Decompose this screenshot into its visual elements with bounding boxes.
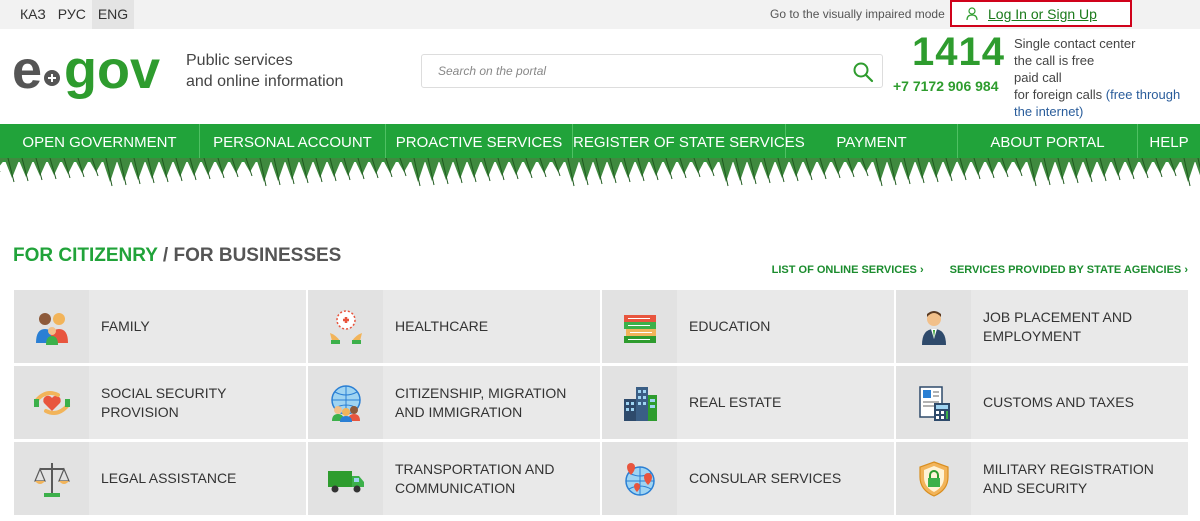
user-icon: [966, 6, 978, 20]
nav-register-of-state-services[interactable]: REGISTER OF STATE SERVICES: [573, 124, 805, 162]
tagline: Public services and online information: [186, 50, 343, 92]
contact-line-1: Single contact center: [1014, 36, 1136, 51]
tagline-line-2: and online information: [186, 73, 344, 90]
calculator-icon: [918, 385, 950, 421]
state-agencies-services-link[interactable]: SERVICES PROVIDED BY STATE AGENCIES ›: [950, 264, 1188, 276]
category-military-registration[interactable]: MILITARY REGISTRATION AND SECURITY: [896, 442, 1188, 515]
buildings-icon: [623, 386, 657, 421]
category-label: HEALTHCARE: [395, 318, 489, 334]
nav-about-portal[interactable]: ABOUT PORTAL: [958, 124, 1138, 162]
truck-icon: [327, 470, 364, 492]
category-label: CUSTOMS AND TAXES: [983, 394, 1134, 410]
svg-text:gov: gov: [64, 40, 160, 100]
category-label: CONSULAR SERVICES: [689, 470, 842, 486]
category-label: MILITARY REGISTRATION AND SECURITY: [983, 460, 1154, 496]
contact-center-number[interactable]: 1414: [912, 30, 1005, 75]
pine-garland-decoration: [0, 158, 1200, 187]
category-social-security[interactable]: SOCIAL SECURITY PROVISION: [14, 366, 306, 439]
scales-icon: [33, 462, 70, 497]
category-family[interactable]: FAMILY: [14, 290, 306, 363]
nav-help[interactable]: HELP: [1138, 124, 1200, 162]
nav-payment[interactable]: PAYMENT: [786, 124, 958, 162]
paid-phone-number[interactable]: +7 7172 906 984: [893, 78, 999, 94]
nav-personal-account[interactable]: PERSONAL ACCOUNT: [200, 124, 386, 162]
category-real-estate[interactable]: REAL ESTATE: [602, 366, 894, 439]
category-healthcare[interactable]: HEALTHCARE: [308, 290, 600, 363]
main-nav: OPEN GOVERNMENT PERSONAL ACCOUNT PROACTI…: [0, 124, 1200, 162]
egov-logo[interactable]: e gov: [12, 40, 172, 100]
top-bar: КАЗ РУС ENG Go to the visually impaired …: [0, 0, 1200, 29]
lang-rus[interactable]: РУС: [52, 0, 92, 29]
category-education[interactable]: EDUCATION: [602, 290, 894, 363]
shield-lock-icon: [918, 460, 949, 497]
nav-proactive-services[interactable]: PROACTIVE SERVICES: [386, 124, 573, 162]
contact-line-2: the call is free: [1014, 53, 1095, 68]
quick-links: LIST OF ONLINE SERVICES › SERVICES PROVI…: [772, 264, 1188, 276]
category-consular-services[interactable]: CONSULAR SERVICES: [602, 442, 894, 515]
contact-line-4-text: for foreign calls: [1014, 87, 1103, 102]
category-label: SOCIAL SECURITY PROVISION: [101, 384, 227, 420]
nav-open-government[interactable]: OPEN GOVERNMENT: [0, 124, 200, 162]
login-label: Log In or Sign Up: [988, 5, 1097, 22]
category-label: FAMILY: [101, 318, 150, 334]
list-of-online-services-link[interactable]: LIST OF ONLINE SERVICES ›: [772, 264, 924, 276]
category-transportation[interactable]: TRANSPORTATION AND COMMUNICATION: [308, 442, 600, 515]
category-label: JOB PLACEMENT AND EMPLOYMENT: [983, 308, 1133, 344]
tab-for-citizenry[interactable]: FOR CITIZENRY: [13, 245, 158, 266]
section-title: FOR CITIZENRY / FOR BUSINESSES: [13, 245, 341, 267]
tab-for-businesses[interactable]: FOR BUSINESSES: [173, 245, 341, 266]
title-separator: /: [157, 245, 174, 266]
family-icon: [35, 312, 68, 345]
books-icon: [623, 314, 656, 343]
globe-people-icon: [330, 384, 361, 422]
lang-kaz[interactable]: КАЗ: [14, 0, 52, 29]
language-switcher: КАЗ РУС ENG: [14, 0, 135, 29]
category-label: CITIZENSHIP, MIGRATION AND IMMIGRATION: [395, 384, 567, 420]
category-label: TRANSPORTATION AND COMMUNICATION: [395, 460, 555, 496]
contact-line-4: for foreign calls (free through the inte…: [1014, 86, 1200, 120]
category-label: LEGAL ASSISTANCE: [101, 470, 237, 486]
svg-text:e: e: [12, 40, 42, 100]
category-label: EDUCATION: [689, 318, 771, 334]
category-legal-assistance[interactable]: LEGAL ASSISTANCE: [14, 442, 306, 515]
search-box: [421, 54, 883, 88]
healthcare-icon: [329, 309, 362, 344]
search-icon[interactable]: [852, 61, 874, 83]
heart-hands-icon: [33, 390, 70, 415]
category-citizenship[interactable]: CITIZENSHIP, MIGRATION AND IMMIGRATION: [308, 366, 600, 439]
category-customs-taxes[interactable]: CUSTOMS AND TAXES: [896, 366, 1188, 439]
category-label: REAL ESTATE: [689, 394, 782, 410]
impaired-mode-link[interactable]: Go to the visually impaired mode: [770, 0, 945, 29]
tagline-line-1: Public services: [186, 52, 293, 69]
search-input[interactable]: [422, 55, 842, 87]
contact-line-3: paid call: [1014, 70, 1062, 85]
category-grid: FAMILY HEALTHCARE EDUCATION JOB PLACEMEN…: [14, 290, 1200, 521]
contact-info: Single contact center the call is free p…: [1014, 35, 1200, 120]
category-job-placement[interactable]: JOB PLACEMENT AND EMPLOYMENT: [896, 290, 1188, 363]
login-button[interactable]: Log In or Sign Up: [950, 0, 1132, 27]
businessman-icon: [921, 310, 946, 345]
globe-pins-icon: [624, 462, 655, 496]
lang-eng[interactable]: ENG: [91, 0, 135, 29]
